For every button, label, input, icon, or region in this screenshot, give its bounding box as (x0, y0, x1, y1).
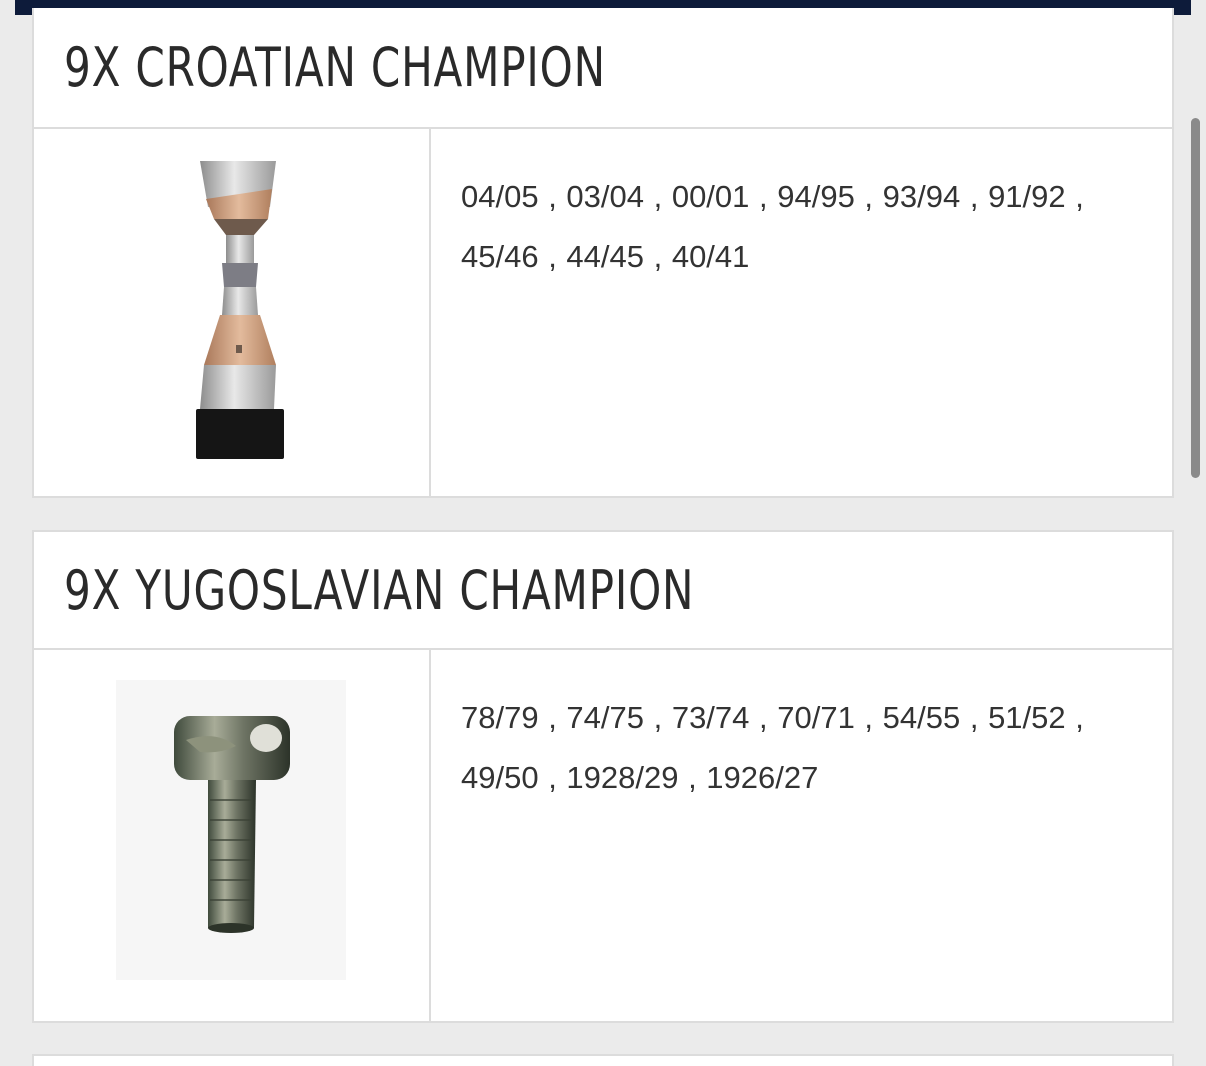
seasons-list: 78/79 , 74/75 , 73/74 , 70/71 , 54/55 , … (461, 700, 1084, 795)
seasons-list: 04/05 , 03/04 , 00/01 , 94/95 , 93/94 , … (461, 179, 1084, 274)
trophy-card-croatian: 9X CROATIAN CHAMPION 04/05 , 03/04 , 00/… (32, 8, 1174, 498)
yugoslavian-trophy-icon (116, 680, 346, 980)
scrollbar-thumb[interactable] (1191, 118, 1200, 478)
seasons-cell: 04/05 , 03/04 , 00/01 , 94/95 , 93/94 , … (431, 129, 1172, 496)
page: 9X CROATIAN CHAMPION 04/05 , 03/04 , 00/… (0, 0, 1206, 1066)
seasons-cell: 78/79 , 74/75 , 73/74 , 70/71 , 54/55 , … (431, 650, 1172, 1021)
trophy-image-cell (34, 129, 431, 496)
card-body: 78/79 , 74/75 , 73/74 , 70/71 , 54/55 , … (34, 650, 1172, 1021)
card-title: 9X CROATIAN CHAMPION (64, 36, 606, 99)
card-header: 9X CROATIAN CHAMPION (34, 8, 1172, 129)
trophy-card-next (32, 1054, 1174, 1066)
card-title: 9X YUGOSLAVIAN CHAMPION (64, 558, 695, 622)
scrollbar[interactable] (1191, 118, 1200, 478)
croatian-cup-trophy-icon (196, 161, 284, 459)
trophy-image-cell (34, 650, 431, 1021)
card-header: 9X YUGOSLAVIAN CHAMPION (34, 532, 1172, 650)
card-body: 04/05 , 03/04 , 00/01 , 94/95 , 93/94 , … (34, 129, 1172, 496)
trophy-card-yugoslavian: 9X YUGOSLAVIAN CHAMPION 78/79 , 74/75 , … (32, 530, 1174, 1023)
